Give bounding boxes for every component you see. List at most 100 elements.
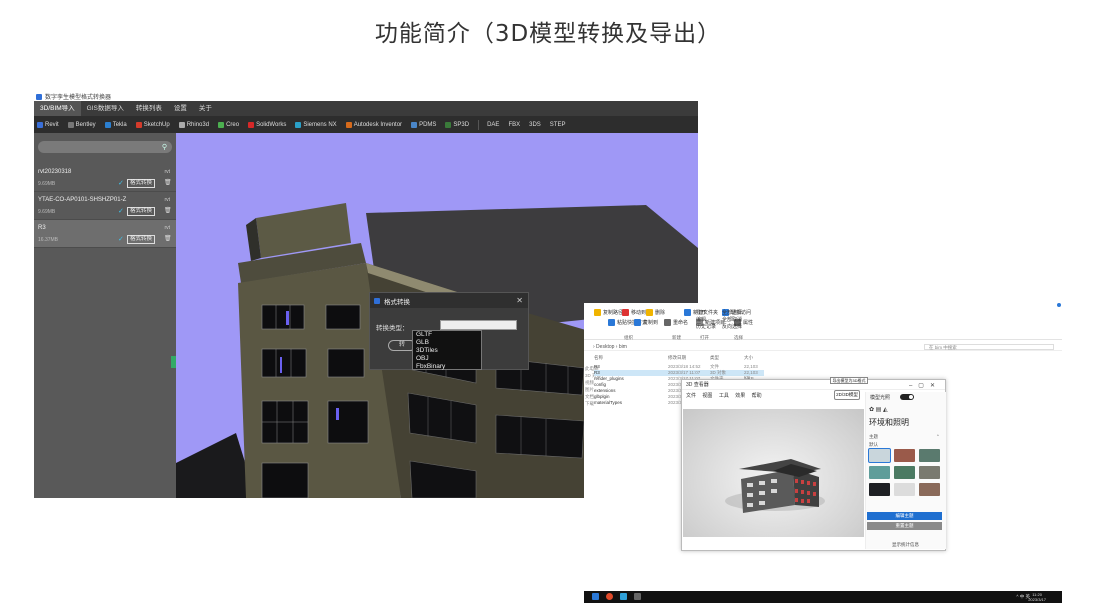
ribbon-small-button[interactable]: 编辑	[696, 316, 706, 323]
edit-theme-button[interactable]: 编辑主题	[867, 512, 942, 520]
panel-tabs[interactable]: ✿ ▤ ◭	[869, 406, 888, 413]
list-item[interactable]: YTAE-CO-AP0101-SHSHZP01-Z rvt 9.69MB ✓ 格…	[34, 192, 176, 220]
start-icon[interactable]	[592, 593, 599, 600]
option-fbxbinary[interactable]: FbxBinary	[413, 363, 481, 371]
viewer-menu-help[interactable]: 帮助	[752, 393, 762, 399]
list-item[interactable]: R3 rvt 16.37MB ✓ 格式转换 🗑	[34, 220, 176, 248]
viewer-menu-effects[interactable]: 效果	[735, 393, 745, 399]
trash-icon[interactable]: 🗑	[164, 235, 172, 242]
format-convert-button[interactable]: 格式转换	[127, 179, 156, 188]
option-glb[interactable]: GLB	[413, 339, 481, 347]
file-explorer-window: 复制路径 粘贴快捷方式 移动到 复制到 删除 重命名 新建文件夹 新建项目 轻松访问 属性 打开 编辑…	[584, 303, 1062, 603]
ribbon-button[interactable]: 删除	[646, 309, 665, 316]
theme-swatch[interactable]	[919, 483, 940, 496]
panel-title: 环境和照明	[869, 418, 909, 427]
import-rhino3d-button[interactable]: Rhino3d	[178, 121, 209, 128]
rhino3d-icon	[178, 121, 185, 128]
browser-icon[interactable]	[606, 593, 613, 600]
viewer-canvas[interactable]	[683, 409, 864, 537]
column-size[interactable]: 大小	[744, 355, 753, 361]
import-autodesk-inventor-button[interactable]: Autodesk Inventor	[345, 121, 402, 128]
import-sp3d-button[interactable]: SP3D	[445, 121, 469, 128]
search-input[interactable]: ⚲	[38, 141, 172, 153]
menu-gis-import[interactable]: GIS数据导入	[81, 101, 130, 116]
lighting-toggle[interactable]	[900, 394, 914, 400]
tekla-icon	[104, 121, 111, 128]
taskbar: ^ 中 英 11:20 2023/3/17	[584, 591, 1062, 603]
ribbon-button[interactable]: 复制到	[634, 319, 658, 326]
theme-swatch[interactable]	[869, 483, 890, 496]
revit-icon	[37, 121, 43, 128]
import-pdms-button[interactable]: PDMS	[411, 121, 436, 128]
option-gltf[interactable]: GLTF	[413, 331, 481, 339]
import-tekla-button[interactable]: Tekla	[104, 121, 127, 128]
clock[interactable]: 11:20 2023/3/17	[1028, 592, 1046, 602]
column-date[interactable]: 修改日期	[668, 355, 686, 361]
stats-toggle[interactable]: 显示统计信息	[892, 542, 919, 548]
option-obj[interactable]: OBJ	[413, 355, 481, 363]
app-icon[interactable]	[620, 593, 627, 600]
theme-swatch[interactable]	[894, 483, 915, 496]
theme-swatch[interactable]	[919, 466, 940, 479]
reset-theme-button[interactable]: 重置主题	[867, 522, 942, 530]
toolbar-label: Tekla	[112, 121, 127, 128]
toolbar-label: Siemens NX	[303, 121, 337, 128]
slide: 功能简介（3D模型转换及导出） 数字孪生模型格式转换器 3D/BIM导入 GIS…	[0, 0, 1096, 603]
search-icon[interactable]: ⚲	[162, 143, 167, 151]
format-step-button[interactable]: STEP	[550, 122, 566, 128]
theme-swatch[interactable]	[869, 466, 890, 479]
menu-convert-list[interactable]: 转换列表	[130, 101, 168, 116]
model-name: rvt20230318	[38, 169, 72, 175]
viewer-icon[interactable]	[634, 593, 641, 600]
theme-swatch[interactable]	[894, 466, 915, 479]
ribbon-small-button[interactable]: 打开	[696, 309, 706, 316]
model-name: R3	[38, 225, 46, 231]
import-creo-button[interactable]: Creo	[218, 121, 239, 128]
chevron-up-icon[interactable]: ⌃	[936, 434, 940, 440]
column-name[interactable]: 名称	[594, 355, 603, 360]
menu-about[interactable]: 关于	[193, 101, 218, 116]
convert-type-select[interactable]	[440, 320, 517, 330]
viewer-menu-view[interactable]: 视图	[702, 393, 712, 399]
format-dae-button[interactable]: DAE	[487, 122, 499, 128]
ribbon-small-button[interactable]: 历史记录	[696, 323, 716, 330]
ribbon-small-button[interactable]: 全部选择	[722, 309, 742, 316]
import-bentley-button[interactable]: Bentley	[67, 121, 96, 128]
ribbon-label: 删除	[655, 310, 666, 316]
menu-3d-bim-import[interactable]: 3D/BIM导入	[34, 101, 81, 116]
import-siemens-nx-button[interactable]: Siemens NX	[295, 121, 337, 128]
import-sketchup-button[interactable]: SketchUp	[135, 121, 170, 128]
list-item[interactable]: rvt20230318 rvt 9.69MB ✓ 格式转换 🗑	[34, 164, 176, 192]
ribbon-group-label: 打开	[700, 335, 709, 340]
viewer-menu: 文件 视图 工具 效果 帮助	[686, 392, 762, 399]
ribbon-small-button[interactable]: 反向选择	[722, 323, 742, 330]
format-convert-button[interactable]: 格式转换	[127, 207, 156, 216]
address-path[interactable]: › Desktop › bim	[593, 344, 627, 350]
close-icon[interactable]: ✕	[516, 296, 523, 305]
ribbon-button[interactable]: 重命名	[664, 319, 688, 326]
ribbon-button[interactable]: 复制路径	[594, 309, 623, 316]
format-3ds-button[interactable]: 3DS	[529, 122, 541, 128]
window-controls[interactable]: –▢✕	[909, 381, 941, 391]
option-3dtiles[interactable]: 3DTiles	[413, 347, 481, 355]
ribbon-button[interactable]: 移动到	[622, 309, 646, 316]
ribbon-small-button[interactable]: 全部取消	[722, 316, 742, 323]
format-fbx-button[interactable]: FBX	[508, 122, 520, 128]
check-icon: ✓	[118, 208, 124, 215]
import-revit-button[interactable]: Revit	[37, 121, 59, 128]
file-date: 2023/3/18 14:52	[668, 364, 701, 369]
explorer-search-input[interactable]: 在 bim 中搜索	[924, 344, 1054, 350]
import-solidworks-button[interactable]: SolidWorks	[248, 121, 286, 128]
viewer-menu-file[interactable]: 文件	[686, 393, 696, 399]
theme-swatch[interactable]	[868, 448, 891, 463]
mode-2d-3d-button[interactable]: 2D/3D模型	[834, 390, 860, 400]
trash-icon[interactable]: 🗑	[164, 179, 172, 186]
theme-swatch[interactable]	[919, 449, 940, 462]
column-type[interactable]: 类型	[710, 355, 719, 361]
ribbon-label: 移动到	[631, 310, 647, 316]
menu-settings[interactable]: 设置	[168, 101, 193, 116]
viewer-menu-tools[interactable]: 工具	[719, 393, 729, 399]
theme-swatch[interactable]	[894, 449, 915, 462]
format-convert-button[interactable]: 格式转换	[127, 235, 156, 244]
trash-icon[interactable]: 🗑	[164, 207, 172, 214]
